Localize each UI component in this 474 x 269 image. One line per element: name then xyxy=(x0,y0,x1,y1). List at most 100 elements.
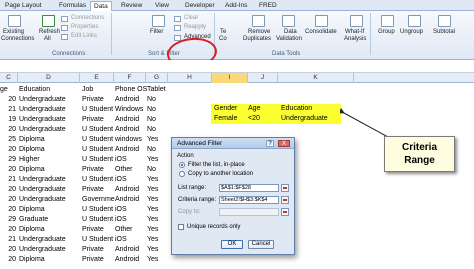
cell-job[interactable]: U Student xyxy=(82,105,113,115)
cell-phone-os[interactable]: iOS xyxy=(115,155,127,165)
cell-phone-os[interactable]: Android xyxy=(115,95,139,105)
unique-records-label[interactable]: Unique records only xyxy=(187,224,240,231)
tab-formulas[interactable]: Formulas xyxy=(56,1,89,11)
reapply-icon[interactable] xyxy=(174,25,181,31)
tab-fred[interactable]: FRED xyxy=(256,1,280,11)
cell-tablet[interactable]: Yes xyxy=(147,175,158,185)
cell-tablet[interactable]: Yes xyxy=(147,255,158,265)
data-validation-label-1[interactable]: Data xyxy=(284,29,297,36)
cell-age[interactable]: 20 xyxy=(0,195,16,205)
subtotal-icon[interactable] xyxy=(438,15,451,27)
copy-to-location-radio[interactable] xyxy=(179,171,185,177)
cell-age[interactable]: 29 xyxy=(0,155,16,165)
cell-education[interactable]: Graduate xyxy=(19,215,48,225)
cell-education[interactable]: Higher xyxy=(19,155,40,165)
cell-phone-os[interactable]: Android xyxy=(115,245,139,255)
filter-in-place-radio[interactable] xyxy=(179,162,185,168)
criteria-value-age[interactable]: <20 xyxy=(248,114,260,124)
list-range-input[interactable]: $A$1:$F$28 xyxy=(219,184,279,192)
cell-age[interactable]: 20 xyxy=(0,245,16,255)
cell-phone-os[interactable]: iOS xyxy=(115,205,127,215)
criteria-range-input[interactable]: Sheet2!$H$3:$K$4 xyxy=(219,196,279,204)
cell-education[interactable]: Diploma xyxy=(19,255,45,265)
cell-phone-os[interactable]: iOS xyxy=(115,175,127,185)
group-icon[interactable] xyxy=(381,15,394,27)
tab-add-ins[interactable]: Add-Ins xyxy=(222,1,250,11)
consolidate-icon[interactable] xyxy=(315,15,328,27)
header-tablet[interactable]: Tablet xyxy=(147,85,166,95)
reapply-button[interactable]: Reapply xyxy=(184,24,206,31)
ungroup-icon[interactable] xyxy=(408,15,421,27)
group-button[interactable]: Group xyxy=(378,29,395,36)
connections-button[interactable]: Connections xyxy=(71,15,104,22)
cell-age[interactable]: 21 xyxy=(0,105,16,115)
cell-phone-os[interactable]: windows xyxy=(115,135,142,145)
criteria-header-education[interactable]: Education xyxy=(281,104,312,114)
cell-job[interactable]: Private xyxy=(82,185,104,195)
existing-connections-label-1[interactable]: Existing xyxy=(3,29,24,36)
cell-job[interactable]: U Student xyxy=(82,155,113,165)
copy-to-input[interactable] xyxy=(219,208,279,216)
column-header-i[interactable]: I xyxy=(212,73,248,83)
unique-records-checkbox[interactable] xyxy=(178,224,184,230)
cell-education[interactable]: Undergraduate xyxy=(19,245,66,255)
column-header-f[interactable]: F xyxy=(114,73,146,83)
cell-tablet[interactable]: Yes xyxy=(147,215,158,225)
column-header-h[interactable]: H xyxy=(168,73,212,83)
cell-education[interactable]: Undergraduate xyxy=(19,185,66,195)
existing-connections-label-2[interactable]: Connections xyxy=(1,36,34,43)
cell-tablet[interactable]: Yes xyxy=(147,135,158,145)
cell-job[interactable]: Private xyxy=(82,255,104,265)
refresh-all-label-1[interactable]: Refresh xyxy=(39,29,60,36)
close-button[interactable]: X xyxy=(278,140,290,147)
cell-tablet[interactable]: No xyxy=(147,95,156,105)
tab-review[interactable]: Review xyxy=(118,1,145,11)
text-to-columns-fragment[interactable]: Te xyxy=(220,29,226,36)
properties-icon[interactable] xyxy=(61,25,68,31)
cell-job[interactable]: U Student xyxy=(82,235,113,245)
criteria-value-education[interactable]: Undergraduate xyxy=(281,114,328,124)
edit-links-icon[interactable] xyxy=(61,34,68,40)
cell-job[interactable]: Private xyxy=(82,245,104,255)
cell-job[interactable]: Private xyxy=(82,95,104,105)
cell-tablet[interactable]: No xyxy=(147,145,156,155)
cell-education[interactable]: Diploma xyxy=(19,225,45,235)
what-if-label-1[interactable]: What-If xyxy=(345,29,364,36)
cell-job[interactable]: U Student xyxy=(82,175,113,185)
cell-education[interactable]: Undergraduate xyxy=(19,235,66,245)
refresh-all-icon[interactable] xyxy=(42,15,55,27)
header-phone-os[interactable]: Phone OS xyxy=(115,85,147,95)
cell-age[interactable]: 20 xyxy=(0,185,16,195)
cell-education[interactable]: Diploma xyxy=(19,135,45,145)
cell-job[interactable]: U Student xyxy=(82,125,113,135)
copy-to-collapse-icon[interactable] xyxy=(281,208,289,216)
tab-developer[interactable]: Developer xyxy=(182,1,218,11)
tab-page-layout[interactable]: Page Layout xyxy=(2,1,45,11)
cell-tablet[interactable]: No xyxy=(147,125,156,135)
ok-button[interactable]: OK xyxy=(221,240,243,249)
refresh-all-label-2[interactable]: All xyxy=(44,36,51,43)
cell-age[interactable]: 20 xyxy=(0,165,16,175)
clear-icon[interactable] xyxy=(174,16,181,22)
cell-phone-os[interactable]: Android xyxy=(115,145,139,155)
cell-education[interactable]: Undergraduate xyxy=(19,95,66,105)
help-button[interactable]: ? xyxy=(266,140,274,147)
data-validation-label-2[interactable]: Validation xyxy=(276,36,302,43)
cell-education[interactable]: Undergraduate xyxy=(19,175,66,185)
edit-links-button[interactable]: Edit Links xyxy=(71,33,97,40)
connections-icon[interactable] xyxy=(61,16,68,22)
cell-job[interactable]: U Student xyxy=(82,145,113,155)
cell-phone-os[interactable]: iOS xyxy=(115,235,127,245)
cell-age[interactable]: 21 xyxy=(0,235,16,245)
column-header-j[interactable]: J xyxy=(248,73,278,83)
cell-job[interactable]: Private xyxy=(82,165,104,175)
what-if-icon[interactable] xyxy=(350,15,363,27)
cell-phone-os[interactable]: Windows xyxy=(115,105,143,115)
cell-education[interactable]: Undergraduate xyxy=(19,195,66,205)
cell-tablet[interactable]: Yes xyxy=(147,155,158,165)
remove-duplicates-label-2[interactable]: Duplicates xyxy=(243,36,271,43)
cell-tablet[interactable]: Yes xyxy=(147,205,158,215)
column-header-g[interactable]: G xyxy=(146,73,168,83)
cell-education[interactable]: Undergraduate xyxy=(19,125,66,135)
cell-tablet[interactable]: Yes xyxy=(147,225,158,235)
